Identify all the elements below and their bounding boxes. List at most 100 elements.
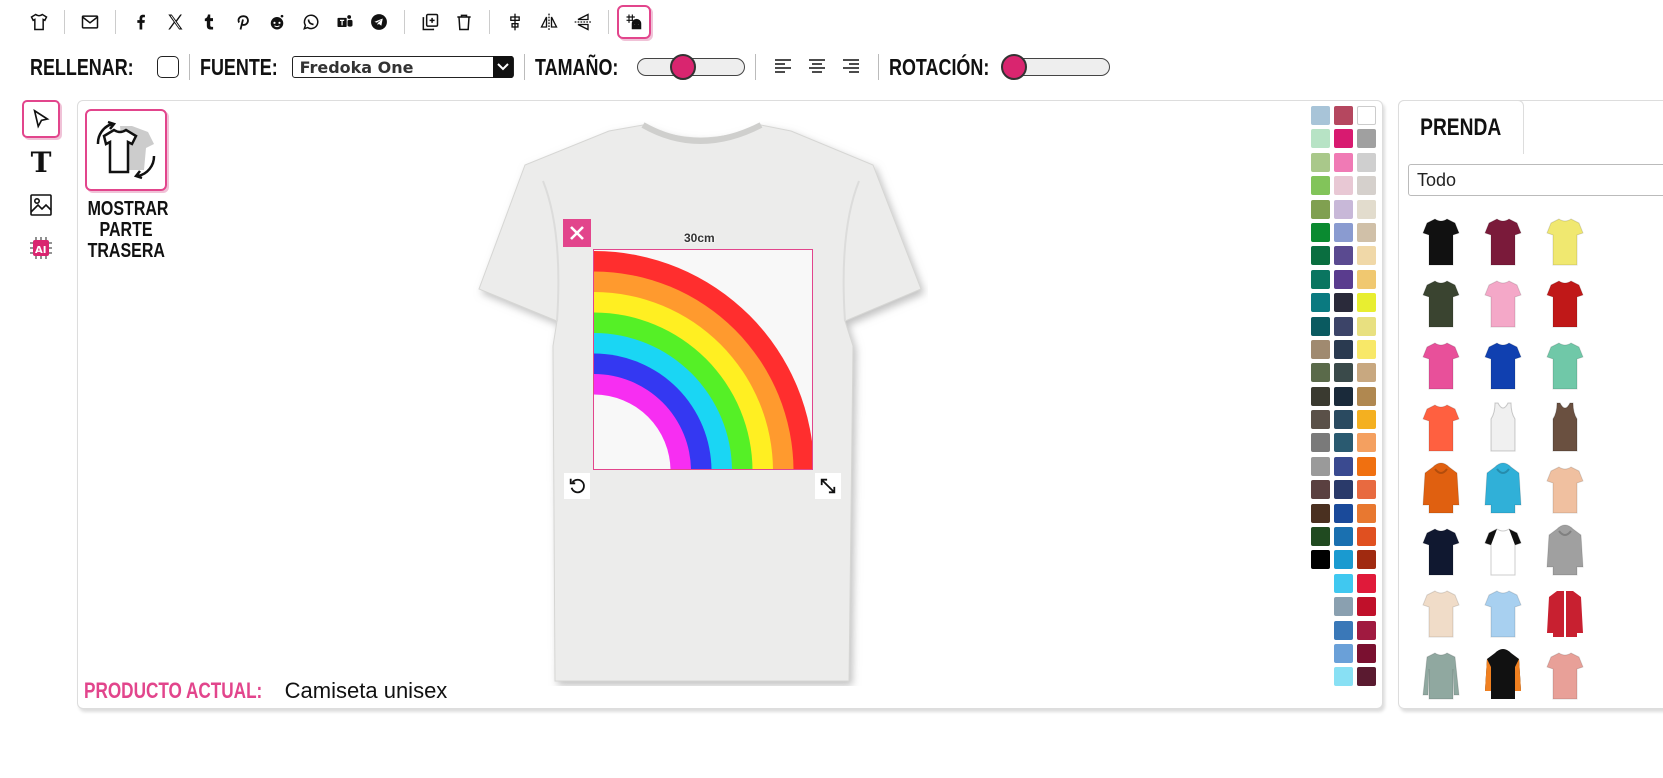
color-swatch[interactable] bbox=[1357, 597, 1376, 617]
color-swatch[interactable] bbox=[1311, 106, 1330, 125]
color-swatch[interactable] bbox=[1334, 386, 1353, 406]
product-item-black-tshirt[interactable] bbox=[1411, 211, 1471, 271]
color-swatch[interactable] bbox=[1334, 620, 1353, 640]
color-swatch[interactable] bbox=[1357, 269, 1376, 289]
tumblr-icon[interactable] bbox=[192, 5, 226, 39]
select-tool-icon[interactable] bbox=[22, 100, 60, 138]
color-swatch[interactable] bbox=[1357, 386, 1376, 406]
duplicate-icon[interactable] bbox=[413, 5, 447, 39]
product-item-cream-tshirt[interactable] bbox=[1411, 583, 1471, 643]
color-swatch[interactable] bbox=[1334, 293, 1353, 313]
product-item-yellow-tshirt[interactable] bbox=[1535, 211, 1595, 271]
color-swatch[interactable] bbox=[1357, 410, 1376, 430]
text-tool-icon[interactable]: T bbox=[22, 143, 60, 181]
product-item-orange-hoodie[interactable] bbox=[1411, 459, 1471, 519]
color-swatch[interactable] bbox=[1334, 176, 1353, 196]
color-swatch[interactable] bbox=[1311, 550, 1330, 570]
tab-prenda[interactable]: PRENDA bbox=[1398, 100, 1524, 154]
ai-tool-icon[interactable]: AI bbox=[22, 229, 60, 267]
color-swatch[interactable] bbox=[1334, 643, 1353, 663]
color-swatch[interactable] bbox=[1311, 222, 1330, 242]
color-swatch[interactable] bbox=[1357, 106, 1376, 125]
color-swatch[interactable] bbox=[1334, 222, 1353, 242]
color-swatch[interactable] bbox=[1334, 269, 1353, 289]
facebook-icon[interactable] bbox=[124, 5, 158, 39]
color-swatch[interactable] bbox=[1334, 573, 1353, 593]
product-item-salmon-tshirt[interactable] bbox=[1535, 645, 1595, 705]
color-swatch[interactable] bbox=[1357, 667, 1376, 687]
color-swatch[interactable] bbox=[1311, 410, 1330, 430]
grid-snap-icon[interactable] bbox=[617, 5, 651, 39]
product-item-red-jacket[interactable] bbox=[1535, 583, 1595, 643]
color-swatch[interactable] bbox=[1334, 527, 1353, 547]
color-swatch[interactable] bbox=[1311, 199, 1330, 219]
color-swatch[interactable] bbox=[1334, 503, 1353, 523]
color-swatch[interactable] bbox=[1311, 503, 1330, 523]
product-item-pink-tshirt[interactable] bbox=[1473, 273, 1533, 333]
color-swatch[interactable] bbox=[1334, 597, 1353, 617]
tshirt-icon[interactable] bbox=[22, 5, 56, 39]
product-item-burgundy-tshirt[interactable] bbox=[1473, 211, 1533, 271]
color-swatch[interactable] bbox=[1311, 480, 1330, 500]
color-swatch[interactable] bbox=[1334, 129, 1353, 149]
image-tool-icon[interactable] bbox=[22, 186, 60, 224]
color-swatch[interactable] bbox=[1357, 339, 1376, 359]
x-icon[interactable] bbox=[158, 5, 192, 39]
color-swatch[interactable] bbox=[1357, 316, 1376, 336]
design-canvas[interactable]: MOSTRAR PARTE TRASERA 30cm PRODUCTO ACTU… bbox=[77, 100, 1383, 709]
product-item-olive-tshirt[interactable] bbox=[1411, 273, 1471, 333]
design-element[interactable] bbox=[593, 249, 813, 470]
product-item-blue-tshirt[interactable] bbox=[1473, 335, 1533, 395]
color-swatch[interactable] bbox=[1357, 363, 1376, 383]
product-item-grey-hoodie[interactable] bbox=[1535, 521, 1595, 581]
align-right-icon[interactable] bbox=[838, 54, 864, 80]
product-item-coral-tshirt[interactable] bbox=[1411, 397, 1471, 457]
rotate-handle-icon[interactable] bbox=[564, 473, 590, 499]
color-swatch[interactable] bbox=[1334, 199, 1353, 219]
color-swatch[interactable] bbox=[1334, 339, 1353, 359]
color-swatch[interactable] bbox=[1334, 410, 1353, 430]
color-swatch[interactable] bbox=[1334, 550, 1353, 570]
rotation-slider-knob[interactable] bbox=[1001, 54, 1028, 80]
product-item-raglan-tshirt[interactable] bbox=[1473, 521, 1533, 581]
color-swatch[interactable] bbox=[1334, 456, 1353, 476]
color-swatch[interactable] bbox=[1357, 129, 1376, 149]
teams-icon[interactable] bbox=[328, 5, 362, 39]
product-item-tiedye-tshirt[interactable] bbox=[1535, 459, 1595, 519]
color-swatch[interactable] bbox=[1334, 667, 1353, 687]
flip-horizontal-icon[interactable] bbox=[532, 5, 566, 39]
color-swatch[interactable] bbox=[1334, 363, 1353, 383]
size-slider-knob[interactable] bbox=[669, 54, 696, 80]
color-swatch[interactable] bbox=[1357, 573, 1376, 593]
email-icon[interactable] bbox=[73, 5, 107, 39]
pinterest-icon[interactable] bbox=[226, 5, 260, 39]
color-swatch[interactable] bbox=[1357, 620, 1376, 640]
color-swatch[interactable] bbox=[1357, 456, 1376, 476]
product-item-red-tshirt[interactable] bbox=[1535, 273, 1595, 333]
delete-icon[interactable] bbox=[447, 5, 481, 39]
whatsapp-icon[interactable] bbox=[294, 5, 328, 39]
product-item-brown-tank[interactable] bbox=[1535, 397, 1595, 457]
color-swatch[interactable] bbox=[1357, 433, 1376, 453]
product-item-cyan-hoodie[interactable] bbox=[1473, 459, 1533, 519]
align-center-icon[interactable] bbox=[498, 5, 532, 39]
size-slider[interactable] bbox=[637, 54, 746, 80]
color-swatch[interactable] bbox=[1311, 176, 1330, 196]
color-swatch[interactable] bbox=[1357, 246, 1376, 266]
color-swatch[interactable] bbox=[1311, 363, 1330, 383]
color-swatch[interactable] bbox=[1357, 199, 1376, 219]
close-icon[interactable] bbox=[563, 219, 591, 247]
color-swatch[interactable] bbox=[1357, 527, 1376, 547]
color-swatch[interactable] bbox=[1357, 222, 1376, 242]
telegram-icon[interactable] bbox=[362, 5, 396, 39]
product-item-mint-tshirt[interactable] bbox=[1535, 335, 1595, 395]
color-swatch[interactable] bbox=[1357, 503, 1376, 523]
color-swatch[interactable] bbox=[1311, 129, 1330, 149]
color-swatch[interactable] bbox=[1334, 152, 1353, 172]
show-back-button[interactable] bbox=[85, 109, 167, 191]
color-swatch[interactable] bbox=[1357, 152, 1376, 172]
color-swatch[interactable] bbox=[1334, 106, 1353, 125]
product-item-sage-longsleeve[interactable] bbox=[1411, 645, 1471, 705]
fill-checkbox[interactable] bbox=[156, 56, 179, 78]
color-swatch[interactable] bbox=[1311, 316, 1330, 336]
